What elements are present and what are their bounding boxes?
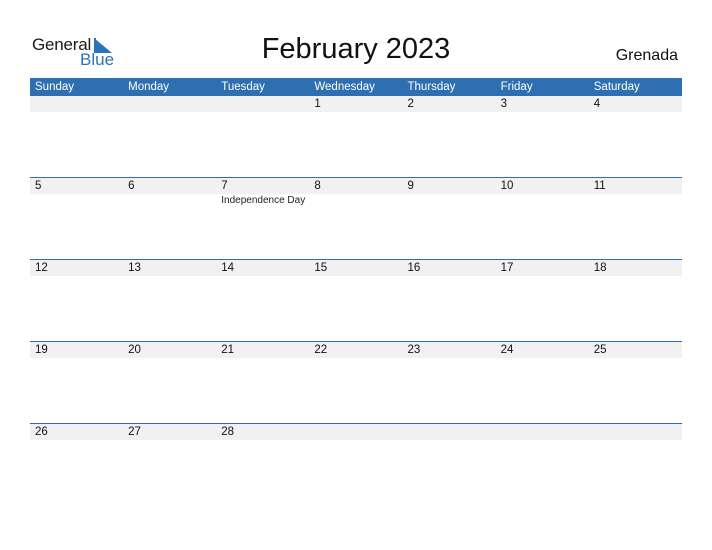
page-title: February 2023 — [261, 33, 451, 65]
day-cell — [403, 424, 496, 440]
day-cell — [30, 96, 123, 112]
day-number — [128, 96, 216, 112]
day-number: 25 — [593, 344, 607, 356]
day-cell: 15 — [309, 260, 402, 276]
day-number: 20 — [128, 344, 141, 356]
holiday-event: Independence Day — [221, 195, 306, 206]
week-row: 5 6 7 8 9 10 11 Independence Day — [30, 177, 682, 259]
day-number: 5 — [35, 180, 42, 192]
weekday-tuesday: Tuesday — [221, 81, 265, 93]
week-date-bar: 1 2 3 4 — [30, 96, 682, 112]
day-number: 11 — [593, 180, 606, 192]
holiday-event — [309, 194, 402, 208]
week-events-row: Independence Day — [30, 194, 682, 208]
day-cell: 13 — [123, 260, 216, 276]
week-row: 12 13 14 15 16 17 18 — [30, 259, 682, 341]
week-row: 1 2 3 4 — [30, 96, 682, 177]
day-cell: 5 — [30, 178, 123, 194]
day-cell — [123, 96, 216, 112]
country-label: Grenada — [615, 47, 678, 64]
day-cell — [496, 424, 589, 440]
holiday-event — [589, 194, 682, 208]
day-number — [35, 96, 123, 112]
day-cell: 11 — [589, 178, 682, 194]
day-number: 19 — [35, 344, 48, 356]
day-cell: 20 — [123, 342, 216, 358]
week-date-bar: 12 13 14 15 16 17 18 — [30, 260, 682, 276]
weekday-friday: Friday — [500, 81, 533, 93]
day-number: 24 — [500, 344, 514, 356]
weekday-wednesday: Wednesday — [314, 81, 375, 93]
day-number: 9 — [407, 180, 414, 192]
day-cell: 7 — [216, 178, 309, 194]
day-cell: 4 — [589, 96, 682, 112]
day-number: 22 — [314, 344, 328, 356]
day-cell: 2 — [403, 96, 496, 112]
day-number: 21 — [221, 344, 235, 356]
day-number: 17 — [500, 262, 514, 274]
day-cell: 1 — [309, 96, 402, 112]
day-cell — [589, 424, 682, 440]
day-number — [314, 424, 402, 440]
day-cell — [216, 96, 309, 112]
weekday-saturday: Saturday — [593, 81, 640, 93]
day-cell: 14 — [216, 260, 309, 276]
day-number: 12 — [35, 262, 48, 274]
week-date-bar: 19 20 21 22 23 24 25 — [30, 342, 682, 358]
day-number: 6 — [128, 180, 135, 192]
weekday-thursday: Thursday — [407, 81, 456, 93]
day-cell: 21 — [216, 342, 309, 358]
day-number: 14 — [221, 262, 235, 274]
day-number: 8 — [314, 180, 321, 192]
day-number: 4 — [593, 98, 601, 110]
day-cell: 26 — [30, 424, 123, 440]
week-row: 26 27 28 — [30, 423, 682, 505]
week-date-bar: 5 6 7 8 9 10 11 — [30, 178, 682, 194]
holiday-event — [123, 194, 216, 208]
day-number: 1 — [314, 98, 321, 110]
weekday-sunday: Sunday — [35, 81, 75, 93]
day-number — [594, 424, 682, 440]
day-number: 26 — [35, 426, 48, 438]
day-number — [408, 424, 496, 440]
day-cell: 9 — [403, 178, 496, 194]
day-number: 7 — [221, 180, 228, 192]
day-cell — [309, 424, 402, 440]
day-number: 2 — [407, 98, 414, 110]
day-cell: 19 — [30, 342, 123, 358]
day-cell: 23 — [403, 342, 496, 358]
week-row: 19 20 21 22 23 24 25 — [30, 341, 682, 423]
day-number: 28 — [221, 426, 235, 438]
day-cell: 12 — [30, 260, 123, 276]
calendar-grid: Sunday Monday Tuesday Wednesday Thursday… — [30, 78, 682, 505]
day-cell: 27 — [123, 424, 216, 440]
week-date-bar: 26 27 28 — [30, 424, 682, 440]
day-cell: 18 — [589, 260, 682, 276]
day-cell: 16 — [403, 260, 496, 276]
day-number: 3 — [500, 98, 508, 110]
day-cell: 25 — [589, 342, 682, 358]
day-cell: 10 — [496, 178, 589, 194]
weekday-monday: Monday — [128, 81, 170, 93]
weekday-header: Sunday Monday Tuesday Wednesday Thursday… — [30, 78, 682, 96]
day-number — [501, 424, 589, 440]
day-number: 18 — [593, 262, 607, 274]
day-cell: 8 — [309, 178, 402, 194]
day-cell: 28 — [216, 424, 309, 440]
day-number: 23 — [407, 344, 421, 356]
day-cell: 17 — [496, 260, 589, 276]
holiday-event — [30, 194, 123, 208]
day-number: 13 — [128, 262, 141, 274]
day-number: 27 — [128, 426, 141, 438]
day-number: 15 — [314, 262, 328, 274]
day-cell: 3 — [496, 96, 589, 112]
holiday-event — [403, 194, 496, 208]
day-number: 16 — [407, 262, 421, 274]
day-cell: 24 — [496, 342, 589, 358]
day-number — [221, 96, 309, 112]
day-cell: 6 — [123, 178, 216, 194]
day-number: 10 — [500, 180, 514, 192]
holiday-event — [496, 194, 589, 208]
day-cell: 22 — [309, 342, 402, 358]
